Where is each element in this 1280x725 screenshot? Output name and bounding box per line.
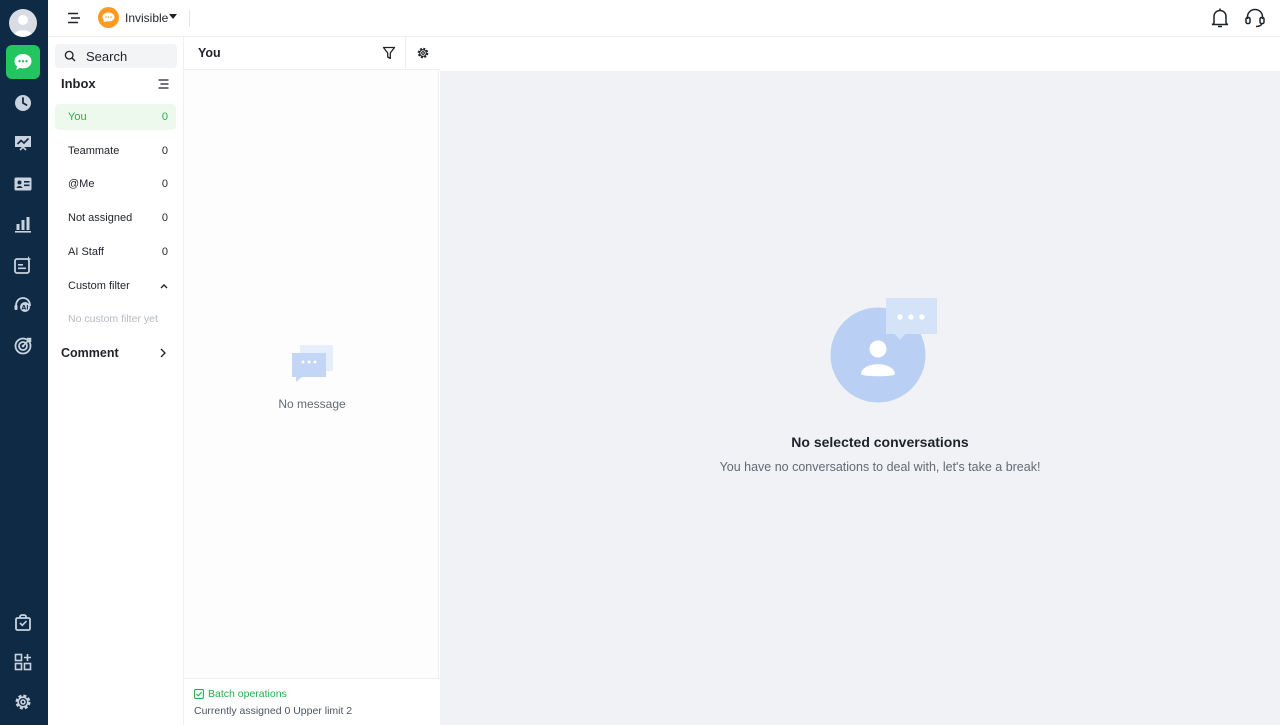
inbox-item-label: @Me bbox=[68, 178, 95, 190]
batch-operations-button[interactable]: Batch operations bbox=[194, 688, 287, 700]
menu-icon[interactable] bbox=[66, 10, 82, 26]
rail-store-button[interactable] bbox=[6, 605, 40, 639]
rail-chat-button[interactable] bbox=[6, 45, 40, 79]
batch-operations-label: Batch operations bbox=[208, 688, 287, 700]
chevron-right-icon[interactable] bbox=[160, 348, 166, 358]
inbox-item-teammate[interactable]: Teammate 0 bbox=[55, 138, 176, 164]
inbox-item-label: AI Staff bbox=[68, 246, 104, 258]
chevron-down-icon[interactable] bbox=[169, 14, 177, 19]
status-avatar[interactable] bbox=[98, 7, 119, 28]
divider bbox=[405, 37, 406, 70]
rail-monitor-button[interactable] bbox=[6, 126, 40, 160]
comment-section-title[interactable]: Comment bbox=[61, 346, 119, 360]
rail-marketing-button[interactable] bbox=[6, 248, 40, 282]
conversation-list: You No message Batch operations Currentl… bbox=[183, 37, 440, 725]
list-footer: Batch operations Currently assigned 0 Up… bbox=[184, 678, 440, 725]
inbox-item-label: You bbox=[68, 111, 87, 123]
settings-icon bbox=[15, 694, 31, 710]
clock-icon bbox=[15, 95, 31, 111]
checkbox-icon bbox=[194, 689, 204, 699]
inbox-item-count: 0 bbox=[161, 178, 168, 190]
search-label: Search bbox=[86, 49, 128, 64]
custom-filter-toggle[interactable]: Custom filter bbox=[55, 273, 176, 299]
empty-state-subtitle: You have no conversations to deal with, … bbox=[719, 460, 1041, 474]
empty-message-text: No message bbox=[278, 397, 346, 411]
rail-contacts-button[interactable] bbox=[6, 167, 40, 201]
inbox-item-count: 0 bbox=[161, 246, 168, 258]
bell-icon[interactable] bbox=[1210, 7, 1230, 29]
main-header bbox=[440, 37, 1280, 71]
svg-text:AI: AI bbox=[22, 304, 29, 311]
inbox-item-label: Teammate bbox=[68, 145, 120, 157]
inbox-item-ai-staff[interactable]: AI Staff 0 bbox=[55, 239, 176, 265]
rail-settings-button[interactable] bbox=[6, 685, 40, 719]
search-icon bbox=[64, 50, 76, 62]
inbox-item-you[interactable]: You 0 bbox=[55, 104, 176, 130]
rail-goals-button[interactable] bbox=[6, 329, 40, 363]
gear-icon[interactable] bbox=[416, 46, 430, 60]
inbox-item-count: 0 bbox=[161, 111, 168, 123]
no-conversation-illustration bbox=[830, 298, 937, 403]
bar-chart-icon bbox=[15, 217, 31, 233]
filter-icon[interactable] bbox=[382, 46, 396, 60]
presentation-icon bbox=[15, 136, 31, 151]
inbox-item-not-assigned[interactable]: Not assigned 0 bbox=[55, 205, 176, 231]
left-rail: AI bbox=[0, 0, 48, 725]
empty-state-title: No selected conversations bbox=[791, 434, 969, 450]
apps-grid-icon bbox=[14, 653, 32, 671]
chevron-up-icon bbox=[160, 284, 168, 289]
rail-apps-button[interactable] bbox=[6, 645, 40, 679]
divider bbox=[189, 10, 190, 27]
inbox-item-mentions[interactable]: @Me 0 bbox=[55, 171, 176, 197]
assignment-info: Currently assigned 0 Upper limit 2 bbox=[194, 705, 353, 717]
inbox-panel: Search Inbox You 0 Teammate 0 @Me 0 Not … bbox=[48, 37, 183, 725]
custom-filter-label: Custom filter bbox=[68, 280, 130, 292]
bag-icon bbox=[15, 614, 31, 631]
inbox-title: Inbox bbox=[61, 76, 96, 91]
sort-icon[interactable] bbox=[158, 79, 169, 89]
status-label[interactable]: Invisible bbox=[125, 11, 168, 25]
list-title: You bbox=[198, 46, 221, 60]
chat-icon bbox=[14, 54, 32, 70]
contact-card-icon bbox=[14, 177, 32, 191]
inbox-item-count: 0 bbox=[161, 212, 168, 224]
main-conversation-area: No selected conversations You have no co… bbox=[440, 71, 1280, 725]
rail-reports-button[interactable] bbox=[6, 207, 40, 241]
list-header: You bbox=[184, 37, 440, 70]
inbox-item-label: Not assigned bbox=[68, 212, 133, 224]
rail-ai-button[interactable]: AI bbox=[6, 288, 40, 322]
chat-bubble-icon bbox=[102, 12, 115, 23]
target-icon bbox=[14, 337, 32, 355]
sparkle-card-icon bbox=[14, 256, 32, 274]
avatar[interactable] bbox=[9, 9, 37, 37]
rail-history-button[interactable] bbox=[6, 86, 40, 120]
empty-message-illustration bbox=[292, 345, 333, 382]
custom-filter-empty: No custom filter yet bbox=[68, 313, 158, 325]
top-bar: Invisible bbox=[48, 0, 1280, 37]
search-input[interactable]: Search bbox=[55, 44, 177, 68]
ai-voice-icon: AI bbox=[14, 297, 31, 312]
inbox-item-count: 0 bbox=[161, 145, 168, 157]
headset-icon[interactable] bbox=[1244, 7, 1266, 29]
